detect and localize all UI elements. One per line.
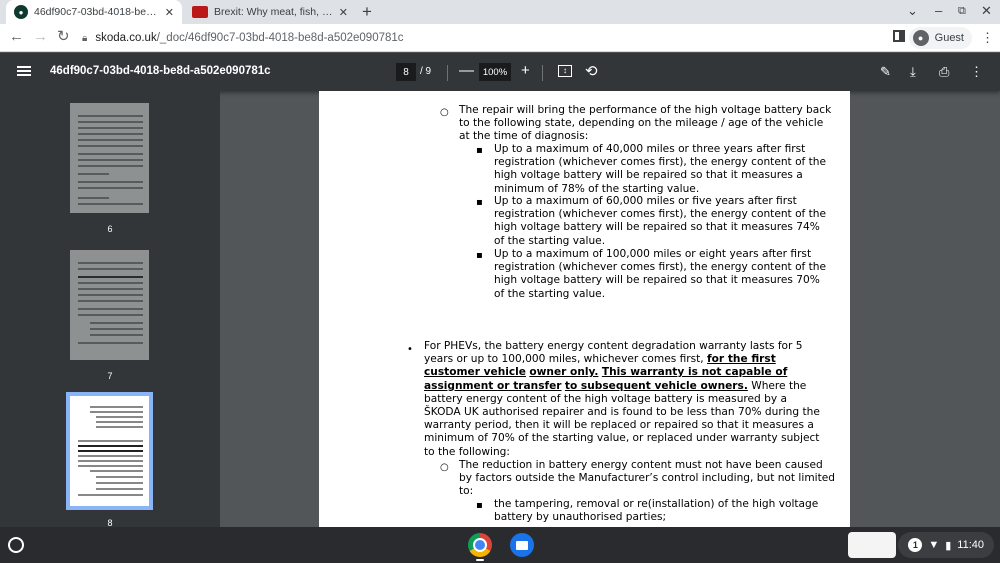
launcher-icon[interactable]: [8, 537, 24, 553]
circle-bullet-icon: ○: [440, 462, 449, 473]
warranty-tier-1: Up to a maximum of 40,000 miles or three…: [494, 143, 827, 195]
profile-button[interactable]: ● Guest: [908, 27, 972, 49]
fit-page-icon[interactable]: ↕: [558, 65, 572, 77]
tab-strip: ● 46df90c7-03bd-4018-be8d-a502e090781c ✕…: [0, 0, 1000, 24]
square-bullet-icon: ▪: [476, 145, 483, 156]
more-menu-icon[interactable]: ⋮: [970, 64, 983, 80]
thumbnail-number: 7: [107, 371, 113, 381]
tab-title: Brexit: Why meat, fish, cheese and...: [214, 6, 333, 18]
new-tab-button[interactable]: +: [362, 2, 372, 22]
edit-icon[interactable]: ✎: [880, 64, 891, 80]
restore-icon[interactable]: ⧉: [958, 5, 966, 18]
chrome-icon[interactable]: [468, 533, 492, 557]
page-thumbnail-7[interactable]: [70, 250, 149, 360]
url-path: /_doc/46df90c7-03bd-4018-be8d-a502e09078…: [156, 32, 404, 44]
news-icon: [192, 6, 208, 18]
close-window-icon[interactable]: ✕: [981, 3, 992, 19]
close-icon[interactable]: ✕: [165, 6, 174, 19]
clock: 11:40: [957, 539, 984, 551]
browser-toolbar: ← → ↻ 🔒︎ skoda.co.uk /_doc/46df90c7-03bd…: [0, 24, 1000, 52]
square-bullet-icon: ▪: [476, 500, 483, 511]
rotate-icon[interactable]: ⟲: [585, 62, 598, 80]
menu-icon[interactable]: [17, 66, 31, 76]
avatar-icon: ●: [912, 30, 929, 46]
bullet-icon: •: [407, 344, 413, 355]
pdf-page: ○ The repair will bring the performance …: [319, 91, 850, 527]
battery-icon: ▮: [945, 539, 952, 552]
zoom-in-button[interactable]: +: [521, 62, 530, 79]
wifi-icon: ▼: [928, 539, 940, 551]
tab-brexit[interactable]: Brexit: Why meat, fish, cheese and... ✕: [184, 0, 356, 24]
warranty-tier-2: Up to a maximum of 60,000 miles or five …: [494, 195, 827, 247]
os-shelf: 1 ▼ ▮ 11:40: [0, 527, 1000, 563]
warranty-tier-3: Up to a maximum of 100,000 miles or eigh…: [494, 248, 827, 300]
thumbnail-sidebar: 6 7 8: [0, 91, 220, 527]
divider: [447, 65, 448, 81]
back-icon[interactable]: ←: [9, 28, 24, 45]
tamper-condition: the tampering, removal or re(installatio…: [494, 498, 819, 524]
pdf-title: 46df90c7-03bd-4018-be8d-a502e090781c: [50, 65, 271, 77]
repair-intro: The repair will bring the performance of…: [459, 104, 832, 143]
more-menu-icon[interactable]: ⋮: [981, 30, 994, 46]
page-total: / 9: [420, 66, 432, 77]
tab-title: 46df90c7-03bd-4018-be8d-a502e090781c: [34, 6, 159, 18]
side-panel-icon[interactable]: [893, 30, 905, 42]
tab-skoda-doc[interactable]: ● 46df90c7-03bd-4018-be8d-a502e090781c ✕: [6, 0, 182, 24]
status-tray[interactable]: 1 ▼ ▮ 11:40: [898, 532, 994, 558]
lock-icon: 🔒︎: [82, 32, 88, 44]
notification-count: 1: [908, 538, 923, 552]
page-thumbnail-6[interactable]: [70, 103, 149, 213]
page-thumbnail-8[interactable]: [66, 392, 153, 510]
phev-warranty-paragraph: For PHEVs, the battery energy content de…: [424, 340, 820, 458]
square-bullet-icon: ▪: [476, 197, 483, 208]
close-icon[interactable]: ✕: [339, 6, 348, 19]
print-icon[interactable]: ⎙: [939, 64, 949, 80]
pdf-toolbar: 46df90c7-03bd-4018-be8d-a502e090781c 8 /…: [0, 53, 1000, 91]
square-bullet-icon: ▪: [476, 250, 483, 261]
divider: [542, 65, 543, 81]
chevron-down-icon[interactable]: ⌄: [907, 3, 918, 19]
thumbnail-number: 8: [107, 518, 113, 527]
profile-label: Guest: [934, 32, 964, 44]
files-icon[interactable]: [510, 533, 534, 557]
thumbnail-number: 6: [107, 224, 113, 234]
download-icon[interactable]: ⤓: [910, 64, 916, 80]
minimize-icon[interactable]: –: [935, 3, 942, 18]
page-number-input[interactable]: 8: [396, 63, 416, 81]
holding-space-thumbnail[interactable]: [848, 532, 896, 558]
forward-icon[interactable]: →: [33, 28, 48, 45]
active-app-indicator: [476, 559, 484, 561]
skoda-icon: ●: [14, 5, 28, 19]
zoom-input[interactable]: 100%: [479, 63, 511, 81]
address-bar[interactable]: 🔒︎ skoda.co.uk /_doc/46df90c7-03bd-4018-…: [82, 27, 882, 49]
reload-icon[interactable]: ↻: [57, 27, 70, 45]
reduction-condition: The reduction in battery energy content …: [459, 459, 835, 498]
circle-bullet-icon: ○: [440, 107, 449, 118]
zoom-out-button[interactable]: —: [459, 62, 474, 79]
url-host: skoda.co.uk: [95, 32, 157, 44]
